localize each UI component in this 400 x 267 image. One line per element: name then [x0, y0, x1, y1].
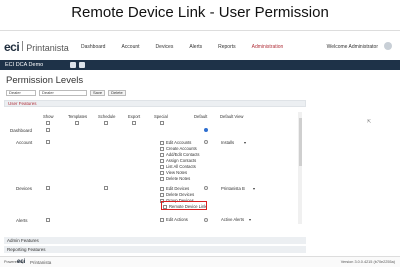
tenant-bar: ECI DCA Demo	[0, 60, 400, 70]
dashboard-show-checkbox[interactable]	[46, 128, 50, 132]
remote-device-link-highlight	[161, 201, 207, 210]
section-reporting-features[interactable]: Reporting Features	[4, 246, 306, 253]
account-show-checkbox[interactable]	[46, 140, 50, 144]
footer-product-name: Printanista	[30, 259, 52, 265]
devices-default-radio[interactable]	[204, 186, 208, 190]
templates-all-checkbox[interactable]	[75, 121, 79, 125]
logo-product: Printanista	[26, 43, 69, 53]
scrollbar-thumb[interactable]	[298, 118, 302, 166]
permissions-scrollbar[interactable]	[298, 112, 302, 224]
slide-title: Remote Device Link - User Permission	[71, 4, 329, 21]
edit-actions-checkbox[interactable]	[160, 218, 164, 222]
download-icon[interactable]	[79, 61, 85, 68]
chevron-down-icon[interactable]: ▾	[244, 140, 246, 145]
permission-filters: Dealer Dealer Save Delete	[6, 90, 126, 96]
list-all-contacts-checkbox[interactable]	[160, 165, 164, 169]
edit-accounts-checkbox[interactable]	[160, 141, 164, 145]
nav-dashboard[interactable]: Dashboard	[81, 44, 105, 50]
main-nav: Dashboard Account Devices Alerts Reports…	[81, 44, 299, 50]
column-templates: Templates	[68, 114, 88, 119]
row-label-alerts: Alerts	[16, 218, 28, 223]
create-accounts-checkbox[interactable]	[160, 147, 164, 151]
column-special: Special	[154, 114, 168, 119]
delete-button[interactable]: Delete	[108, 90, 126, 96]
column-default-view: Default View	[220, 114, 244, 119]
perm-edit-actions: Edit Actions	[166, 217, 188, 222]
account-default-view-select[interactable]: Installs	[221, 140, 234, 145]
nav-reports[interactable]: Reports	[218, 44, 236, 50]
alerts-default-radio[interactable]	[204, 218, 208, 222]
mouse-cursor-icon: ⇱	[367, 119, 372, 125]
export-all-checkbox[interactable]	[132, 121, 136, 125]
save-button[interactable]: Save	[90, 90, 106, 96]
alerts-default-view-select[interactable]: Active Alerts	[221, 217, 244, 222]
column-show: Show	[43, 114, 54, 119]
chevron-down-icon[interactable]: ▾	[249, 217, 251, 222]
building-icon[interactable]	[70, 61, 76, 68]
app-screen: eci Printanista Dashboard Account Device…	[0, 30, 400, 267]
nav-administration[interactable]: Administration	[252, 44, 284, 50]
view-notes-checkbox[interactable]	[160, 171, 164, 175]
edit-devices-checkbox[interactable]	[160, 187, 164, 191]
nav-alerts[interactable]: Alerts	[189, 44, 202, 50]
schedule-all-checkbox[interactable]	[104, 121, 108, 125]
row-label-dashboard: Dashboard	[10, 128, 33, 133]
perm-assign-contacts: Assign Contacts	[166, 158, 197, 163]
level-select[interactable]: Dealer	[39, 90, 87, 96]
tenant-actions	[70, 61, 85, 68]
perm-list-all-contacts: List All Contacts	[166, 164, 196, 169]
alerts-show-checkbox[interactable]	[46, 218, 50, 222]
perm-view-notes: View Notes	[166, 170, 188, 175]
add-edit-contacts-checkbox[interactable]	[160, 153, 164, 157]
devices-default-view-select[interactable]: Printanista B	[221, 186, 245, 191]
section-admin-features[interactable]: Admin Features	[4, 237, 306, 244]
footer-logo-eci: eci	[17, 258, 26, 265]
nav-devices[interactable]: Devices	[156, 44, 174, 50]
perm-add-edit-contacts: Add/Edit Contacts	[166, 152, 200, 157]
logo-eci: eci	[4, 40, 20, 54]
logo-divider	[22, 41, 24, 51]
devices-show-checkbox[interactable]	[46, 186, 50, 190]
column-schedule: Schedule	[98, 114, 116, 119]
special-all-checkbox[interactable]	[160, 121, 164, 125]
perm-edit-accounts: Edit Accounts	[166, 140, 192, 145]
row-label-account: Account	[16, 140, 33, 145]
version-text: Version 3.0.0.4215 (b70e2255a)	[340, 260, 395, 264]
dashboard-default-radio[interactable]	[204, 128, 208, 132]
user-avatar-icon[interactable]	[384, 42, 392, 50]
column-export: Export	[128, 114, 141, 119]
welcome-text[interactable]: Welcome Administrator	[327, 44, 378, 50]
devices-schedule-checkbox[interactable]	[104, 186, 108, 190]
perm-edit-devices: Edit Devices	[166, 186, 190, 191]
assign-contacts-checkbox[interactable]	[160, 159, 164, 163]
column-default: Default	[194, 114, 208, 119]
footer: Powered by eci Printanista Version 3.0.0…	[0, 256, 400, 267]
show-all-checkbox[interactable]	[46, 121, 50, 125]
account-default-radio[interactable]	[204, 140, 208, 144]
row-label-devices: Devices	[16, 186, 33, 191]
top-navigation: eci Printanista Dashboard Account Device…	[0, 39, 400, 57]
tenant-name[interactable]: ECI DCA Demo	[5, 62, 43, 68]
nav-account[interactable]: Account	[121, 44, 139, 50]
app-logo[interactable]: eci Printanista	[4, 40, 69, 54]
page-title: Permission Levels	[6, 75, 84, 86]
type-select[interactable]: Dealer	[6, 90, 36, 96]
perm-create-accounts: Create Accounts	[166, 146, 197, 151]
delete-devices-checkbox[interactable]	[160, 193, 164, 197]
delete-notes-checkbox[interactable]	[160, 177, 164, 181]
perm-delete-devices: Delete Devices	[166, 192, 195, 197]
section-user-features[interactable]: User Features	[4, 100, 306, 107]
perm-delete-notes: Delete Notes	[166, 176, 191, 181]
chevron-down-icon[interactable]: ▾	[253, 186, 255, 191]
